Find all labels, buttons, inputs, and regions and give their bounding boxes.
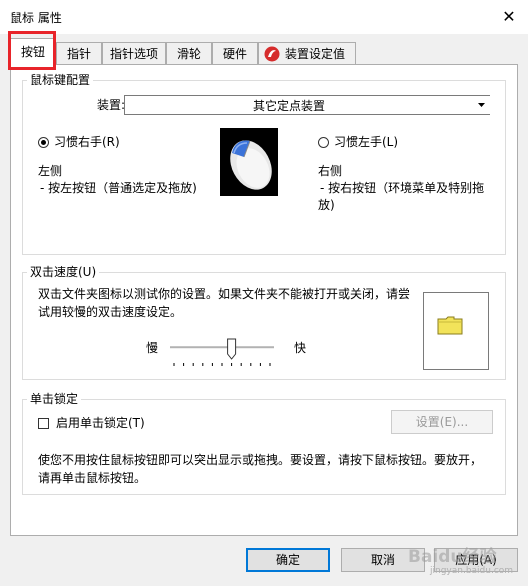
right-side-title: 右侧 [318, 164, 343, 178]
left-side-title: 左侧 [38, 164, 63, 178]
slider-thumb[interactable] [227, 338, 237, 360]
tab-wheel[interactable]: 滑轮 [166, 42, 212, 64]
test-area[interactable] [423, 292, 489, 370]
click-lock-desc-line1: 使您不用按住鼠标按钮即可以突出显示或拖拽。要设置，请按下鼠标按钮。要放开， [38, 453, 483, 467]
tab-label: 硬件 [222, 47, 247, 61]
click-lock-settings-button[interactable]: 设置(E)... [391, 410, 493, 434]
mouse-icon [220, 128, 278, 196]
highlight-box [8, 31, 56, 70]
folder-icon[interactable] [437, 315, 463, 335]
title-bar [0, 0, 528, 34]
slow-label: 慢 [146, 341, 159, 355]
right-handed-radio[interactable] [38, 137, 49, 148]
click-lock-group-label: 单击锁定 [27, 392, 82, 406]
tab-label: 指针 [66, 47, 91, 61]
tab-pointer-options[interactable]: 指针选项 [102, 42, 166, 64]
tab-label: 指针选项 [109, 47, 158, 61]
watermark-subtext: jingyan.baidu.com [430, 566, 514, 576]
tab-label: 滑轮 [176, 47, 201, 61]
double-click-speed-slider[interactable] [166, 336, 280, 370]
right-side-desc-line1: - 按右按钮（环境菜单及特别拖 [320, 181, 485, 195]
left-handed-label: 习惯左手(L) [334, 135, 399, 149]
synaptics-icon [264, 46, 280, 62]
device-select-value: 其它定点装置 [252, 99, 325, 113]
chevron-down-icon [478, 103, 485, 107]
watermark-text: Baidu经验 [408, 547, 497, 567]
button-config-group-label: 鼠标键配置 [27, 73, 94, 87]
tab-hardware[interactable]: 硬件 [212, 42, 258, 64]
click-lock-checkbox-label: 启用单击锁定(T) [56, 416, 145, 430]
device-dropdown-button[interactable] [472, 96, 490, 114]
tab-device-settings[interactable]: 装置设定值 [258, 42, 356, 64]
double-click-desc-line1: 双击文件夹图标以测试你的设置。如果文件夹不能被打开或关闭，请尝 [38, 287, 411, 301]
left-handed-radio[interactable] [318, 137, 329, 148]
tab-pointers[interactable]: 指针 [56, 42, 102, 64]
left-side-desc: - 按左按钮（普通选定及拖放) [40, 181, 197, 195]
right-handed-label: 习惯右手(R) [54, 135, 120, 149]
close-button[interactable]: ✕ [498, 6, 520, 28]
slider-ticks [173, 363, 271, 366]
ok-button[interactable]: 确定 [246, 548, 330, 572]
window-title: 鼠标 属性 [10, 11, 62, 25]
double-click-desc-line2: 试用较慢的双击速度设定。 [38, 305, 183, 319]
right-side-desc-line2: 放) [318, 198, 335, 212]
click-lock-checkbox[interactable] [38, 418, 49, 429]
tab-label: 装置设定值 [285, 47, 346, 61]
fast-label: 快 [294, 341, 307, 355]
double-click-group-label: 双击速度(U) [27, 265, 100, 279]
click-lock-desc-line2: 请再单击鼠标按钮。 [38, 471, 147, 485]
